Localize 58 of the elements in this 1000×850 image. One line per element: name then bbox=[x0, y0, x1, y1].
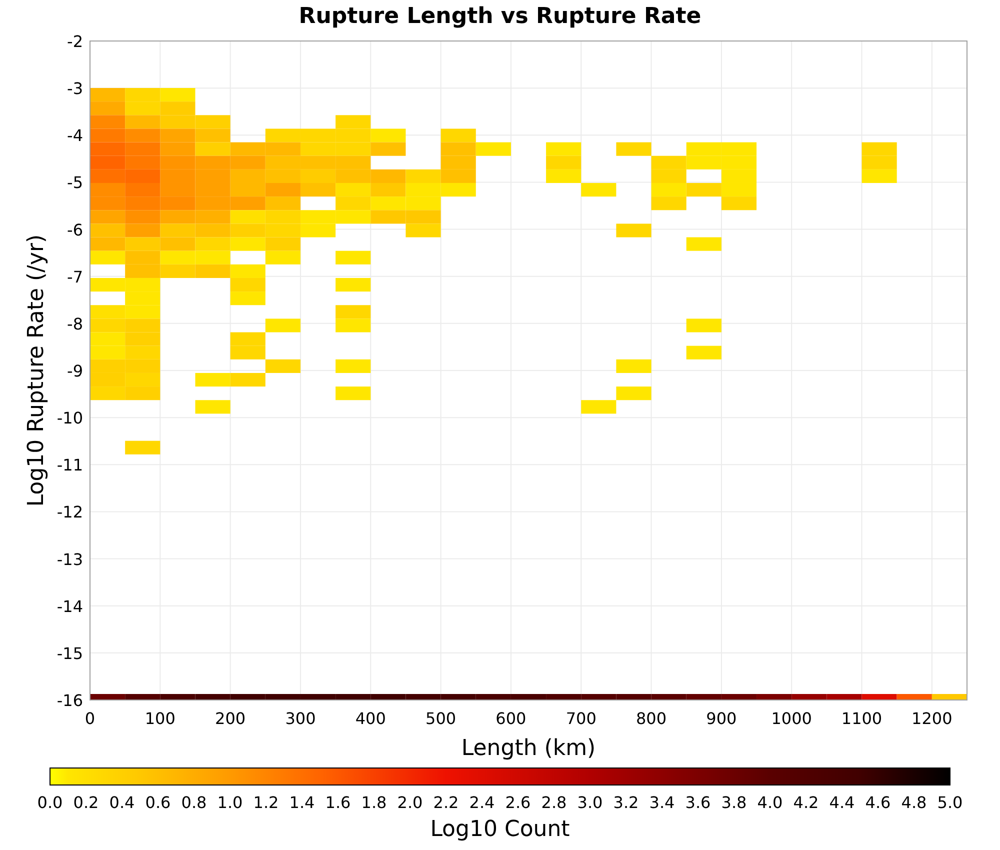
axis-tick-label: -7 bbox=[67, 267, 83, 286]
axis-tick-label: -14 bbox=[56, 596, 83, 616]
colorbar-tick-label: 4.8 bbox=[901, 793, 927, 812]
axis-tick-label: -10 bbox=[56, 408, 83, 428]
colorbar-tick-label: 4.2 bbox=[793, 793, 819, 812]
colorbar-tick-label: 2.6 bbox=[505, 793, 531, 812]
colorbar-tick-label: 0.0 bbox=[37, 793, 63, 812]
axis-tick-label: -3 bbox=[67, 79, 83, 98]
colorbar-tick-label: 3.4 bbox=[649, 793, 675, 812]
colorbar-tick-label: 0.4 bbox=[109, 793, 135, 812]
axis-tick-label: 1100 bbox=[841, 709, 882, 728]
axis-tick-label: -9 bbox=[67, 362, 83, 380]
x-axis-label: Length (km) bbox=[461, 736, 596, 761]
colorbar-tick-label: 2.0 bbox=[397, 793, 423, 812]
axis-tick-label: -4 bbox=[67, 126, 83, 146]
colorbar-tick-label: 2.2 bbox=[433, 793, 459, 812]
axis-tick-label: 1000 bbox=[771, 709, 812, 728]
colorbar-tick-label: 3.8 bbox=[721, 793, 747, 812]
axis-tick-label: -2 bbox=[67, 32, 83, 51]
axis-tick-label: -15 bbox=[56, 644, 83, 663]
colorbar-tick-label: 3.0 bbox=[577, 793, 603, 812]
colorbar-tick-label: 1.4 bbox=[289, 793, 315, 812]
y-axis-label: Log10 Rupture Rate (/yr) bbox=[24, 234, 49, 507]
axis-tick-label: 500 bbox=[426, 709, 456, 728]
axis-tick-label: 300 bbox=[285, 709, 316, 728]
colorbar-label: Log10 Count bbox=[430, 817, 570, 842]
axis-tick-label: -5 bbox=[67, 173, 83, 192]
colorbar-tick-label: 1.0 bbox=[217, 793, 243, 812]
axis-tick-label: -11 bbox=[56, 456, 83, 475]
axis-tick-label: -8 bbox=[67, 314, 83, 334]
axis-tick-label: 400 bbox=[355, 709, 386, 728]
colorbar-tick-label: 3.2 bbox=[613, 793, 639, 812]
colorbar-tick-label: 4.4 bbox=[829, 793, 855, 812]
colorbar-tick-label: 2.4 bbox=[469, 793, 495, 812]
chart-title: Rupture Length vs Rupture Rate bbox=[298, 4, 702, 29]
axis-tick-label: 0 bbox=[84, 709, 96, 728]
colorbar-tick-label: 5.0 bbox=[937, 793, 963, 812]
axis-tick-label: 1200 bbox=[912, 709, 952, 728]
axis-tick-label: 600 bbox=[496, 709, 526, 728]
colorbar-tick-label: 1.2 bbox=[253, 793, 279, 812]
colorbar-tick-label: 0.2 bbox=[73, 793, 99, 812]
axis-tick-label: 700 bbox=[566, 709, 596, 728]
axis-tick-label: -6 bbox=[67, 220, 83, 240]
axis-tick-label: 800 bbox=[636, 709, 667, 728]
axis-tick-label: 200 bbox=[215, 709, 246, 728]
axis-tick-label: -16 bbox=[56, 691, 83, 710]
colorbar-tick-label: 4.6 bbox=[865, 793, 891, 812]
axis-tick-label: 900 bbox=[706, 709, 737, 728]
colorbar-tick-label: 3.6 bbox=[685, 793, 711, 812]
colorbar-tick-label: 0.6 bbox=[145, 793, 171, 812]
axis-tick-label: -13 bbox=[56, 550, 83, 569]
colorbar-tick-label: 0.8 bbox=[181, 793, 207, 812]
colorbar-tick-label: 1.6 bbox=[325, 793, 351, 812]
axis-tick-label: -12 bbox=[56, 502, 83, 522]
axis-tick-label: 100 bbox=[144, 709, 176, 728]
colorbar-tick-label: 4.0 bbox=[757, 793, 783, 812]
colorbar-tick-label: 2.8 bbox=[541, 793, 567, 812]
colorbar-tick-label: 1.8 bbox=[361, 793, 387, 812]
